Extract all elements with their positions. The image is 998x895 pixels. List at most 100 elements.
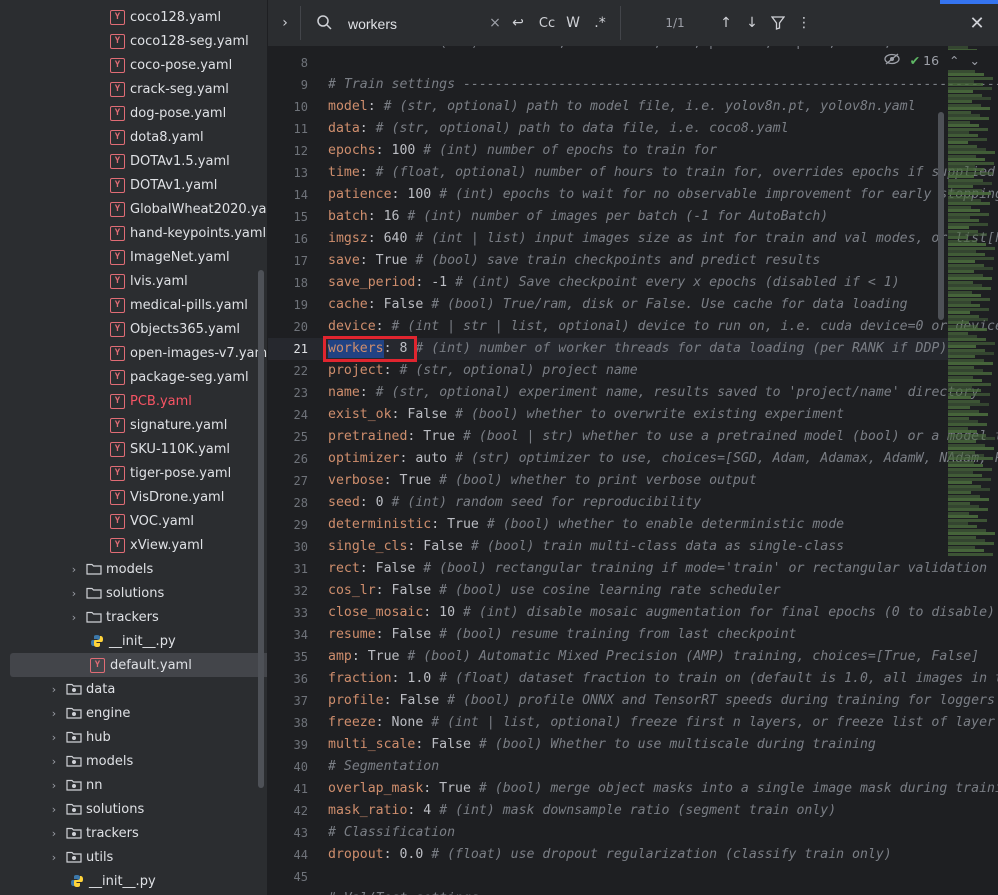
yaml-key: exist_ok (328, 407, 392, 422)
tree-item-label: hand-keypoints.yaml (130, 225, 267, 241)
chevron-right-icon[interactable]: › (48, 803, 60, 816)
yaml-comment: # (int) epochs to wait for no observable… (439, 187, 998, 202)
code-line: model: # (str, optional) path to model f… (328, 96, 916, 118)
tree-folder[interactable]: › trackers (0, 821, 268, 845)
chevron-right-icon[interactable]: › (48, 827, 60, 840)
tree-file-yaml[interactable]: Ydota8.yaml (0, 125, 268, 149)
warnings-indicator[interactable]: ✔ 16 (910, 53, 939, 68)
whole-words-toggle[interactable]: W (562, 13, 584, 33)
chevron-right-icon[interactable]: › (48, 731, 60, 744)
tree-file-yaml[interactable]: Ylvis.yaml (0, 269, 268, 293)
code-line: mask_ratio: 4 # (int) mask downsample ra… (328, 800, 836, 822)
tree-folder[interactable]: › solutions (0, 797, 268, 821)
sidebar-scrollbar[interactable] (258, 270, 264, 788)
inspection-widget[interactable]: ✔ 16 ⌃ ⌄ (883, 50, 998, 70)
new-line-icon[interactable]: ↩ (508, 13, 528, 33)
code-line-partial: mode: train # (str) YOLO mode, i.e. trai… (328, 46, 971, 54)
tree-file-yaml[interactable]: Ypackage-seg.yaml (0, 365, 268, 389)
colon: : (375, 319, 384, 334)
yaml-comment: # Train settings -----------------------… (328, 77, 998, 92)
tree-file-yaml[interactable]: Y Objects365.yaml (0, 317, 268, 341)
chevron-down-icon[interactable]: ⌄ (970, 53, 980, 68)
tree-file-yaml[interactable]: Ycoco128.yaml (0, 5, 268, 29)
tree-folder[interactable]: › models (0, 749, 268, 773)
chevron-right-icon[interactable]: › (48, 707, 60, 720)
tree-file-yaml[interactable]: Ycoco-pose.yaml (0, 53, 268, 77)
search-icon[interactable] (314, 13, 336, 33)
yaml-key: multi_scale (328, 737, 416, 752)
chevron-right-icon[interactable]: › (276, 13, 294, 33)
tree-file-yaml[interactable]: Ysignature.yaml (0, 413, 268, 437)
colon: : (367, 209, 376, 224)
tree-file-yaml[interactable]: Y GlobalWheat2020.yaml (0, 197, 268, 221)
line-number: 32 (293, 584, 308, 598)
line-number: 28 (293, 496, 308, 510)
code-line: deterministic: True # (bool) whether to … (328, 514, 844, 536)
tree-file-py[interactable]: __init__.py (0, 629, 268, 653)
yaml-file-icon: Y (110, 297, 125, 313)
code-editor[interactable]: mode: train # (str) YOLO mode, i.e. trai… (268, 46, 998, 895)
previous-occurrence-icon[interactable]: ↑ (716, 13, 736, 33)
chevron-right-icon[interactable]: › (68, 611, 80, 624)
tree-file-yaml[interactable]: Y PCB.yaml (0, 389, 268, 413)
package-folder-icon (66, 707, 82, 719)
chevron-right-icon[interactable]: › (68, 563, 80, 576)
tree-file-yaml[interactable]: YxView.yaml (0, 533, 268, 557)
reader-mode-icon[interactable] (883, 53, 900, 68)
yaml-file-icon: Y (110, 177, 125, 193)
chevron-right-icon[interactable]: › (68, 587, 80, 600)
line-number: 41 (293, 782, 308, 796)
tree-file-yaml[interactable]: Y VisDrone.yaml (0, 485, 268, 509)
yaml-key: optimizer (328, 451, 400, 466)
tree-file-py[interactable]: __init__.py (0, 869, 268, 893)
tree-file-yaml[interactable]: Ytiger-pose.yaml (0, 461, 268, 485)
yaml-key: mask_ratio (328, 803, 408, 818)
colon: : (383, 693, 392, 708)
tree-folder[interactable]: › utils (0, 845, 268, 869)
chevron-right-icon[interactable]: › (48, 779, 60, 792)
tree-item-label: data (86, 681, 116, 697)
yaml-value: False (367, 561, 424, 576)
clear-icon[interactable]: × (486, 13, 504, 33)
tree-file-yaml[interactable]: Y DOTAv1.5.yaml (0, 149, 268, 173)
chevron-right-icon[interactable]: › (48, 683, 60, 696)
tree-folder[interactable]: › trackers (0, 605, 268, 629)
tree-folder[interactable]: › nn (0, 773, 268, 797)
yaml-key: patience (328, 187, 392, 202)
tree-file-yaml[interactable]: Ycoco128-seg.yaml (0, 29, 268, 53)
minimap[interactable] (948, 46, 998, 566)
next-occurrence-icon[interactable]: ↓ (742, 13, 762, 33)
match-case-toggle[interactable]: Cc (536, 13, 558, 33)
tree-file-yaml[interactable]: Y DOTAv1.yaml (0, 173, 268, 197)
regex-toggle[interactable]: .* (588, 13, 612, 33)
search-input[interactable] (346, 12, 480, 36)
tree-item-label: nn (86, 777, 103, 793)
code-line: exist_ok: False # (bool) whether to over… (328, 404, 844, 426)
line-number: 20 (293, 320, 308, 334)
yaml-value: 0 (367, 495, 392, 510)
tree-file-yaml[interactable]: Ydog-pose.yaml (0, 101, 268, 125)
chevron-right-icon[interactable]: › (48, 851, 60, 864)
tree-folder[interactable]: › models (0, 557, 268, 581)
tree-file-selected[interactable]: Ydefault.yaml (10, 653, 268, 677)
tree-file-yaml[interactable]: Yopen-images-v7.yaml (0, 341, 268, 365)
more-options-icon[interactable]: ⋮ (794, 13, 814, 33)
line-number: 33 (293, 606, 308, 620)
chevron-right-icon[interactable]: › (48, 755, 60, 768)
editor-scrollbar[interactable] (938, 112, 944, 320)
tree-file-yaml[interactable]: Yhand-keypoints.yaml (0, 221, 268, 245)
close-icon[interactable]: ✕ (966, 13, 988, 34)
chevron-up-icon[interactable]: ⌃ (949, 53, 959, 68)
tree-folder[interactable]: › data (0, 677, 268, 701)
tree-folder[interactable]: › solutions (0, 581, 268, 605)
tree-file-yaml[interactable]: Y SKU-110K.yaml (0, 437, 268, 461)
yaml-key: seed (328, 495, 360, 510)
filter-icon[interactable] (768, 13, 788, 33)
tree-file-yaml[interactable]: Y ImageNet.yaml (0, 245, 268, 269)
package-folder-icon (66, 755, 82, 767)
tree-file-yaml[interactable]: Y VOC.yaml (0, 509, 268, 533)
tree-folder[interactable]: › engine (0, 701, 268, 725)
tree-file-yaml[interactable]: Ymedical-pills.yaml (0, 293, 268, 317)
tree-file-yaml[interactable]: Ycrack-seg.yaml (0, 77, 268, 101)
tree-folder[interactable]: › hub (0, 725, 268, 749)
